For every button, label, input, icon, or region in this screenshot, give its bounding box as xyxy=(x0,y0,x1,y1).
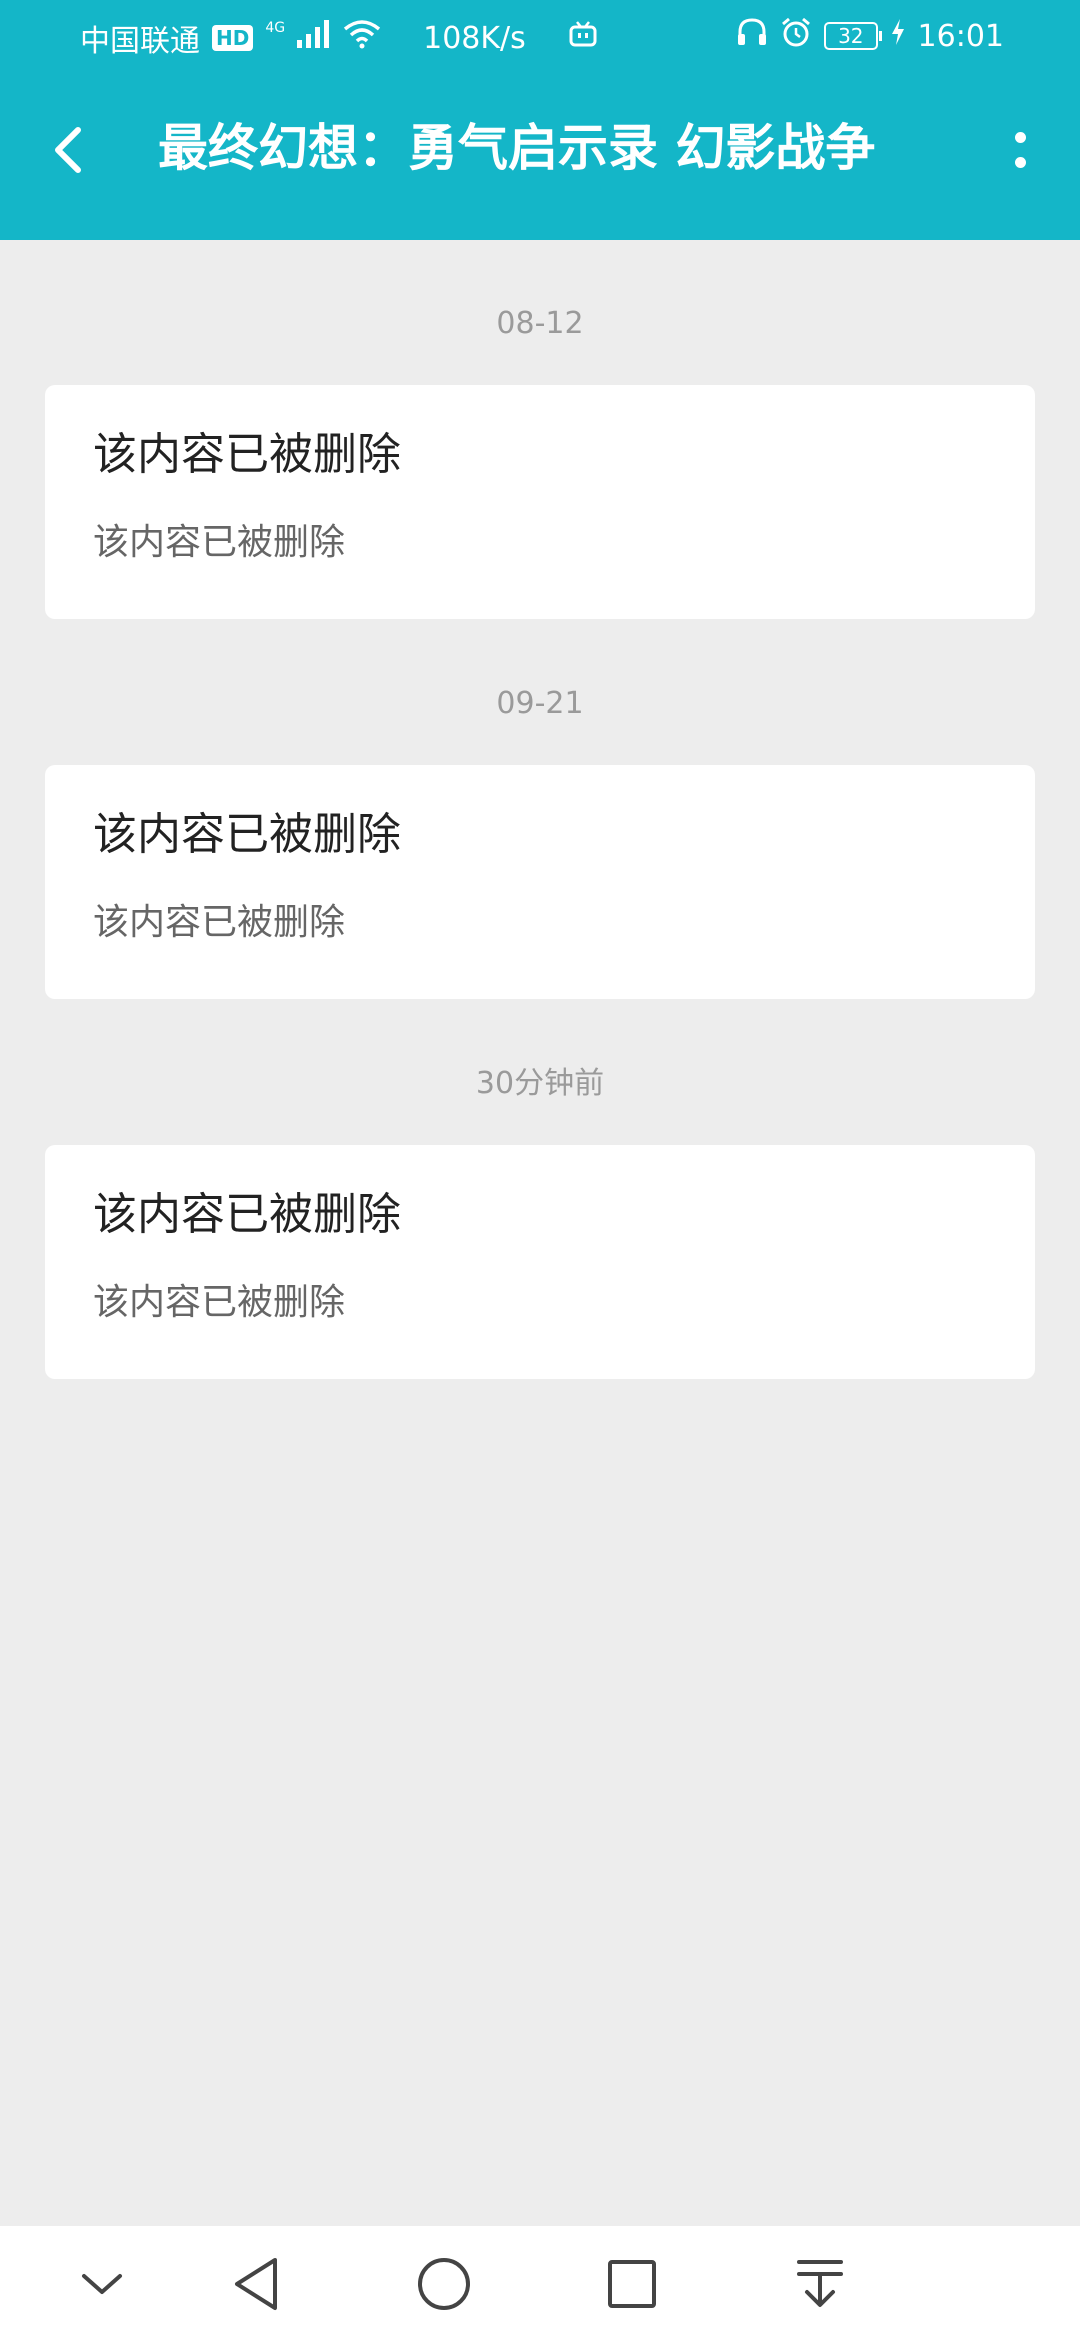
toolbar: 最终幻想：勇气启示录 幻影战争 xyxy=(0,72,1080,240)
status-bar-left: 中国联通 HD 4G 108K/s xyxy=(80,16,598,60)
card-title: 该内容已被删除 xyxy=(93,809,401,860)
date-label: 08-12 xyxy=(496,306,584,341)
card-title: 该内容已被删除 xyxy=(93,1189,401,1240)
network-type-label: 4G xyxy=(265,20,286,36)
carrier-label: 中国联通 xyxy=(80,24,200,59)
more-vertical-icon-dot xyxy=(1014,157,1026,168)
clock-label: 16:01 xyxy=(917,18,1004,54)
headphones-icon xyxy=(736,17,768,55)
home-circle-icon xyxy=(418,2258,470,2310)
page-title: 最终幻想：勇气启示录 幻影战争 xyxy=(158,119,876,177)
net-speed-label: 108K/s xyxy=(423,20,526,56)
card-body: 该内容已被删除 xyxy=(93,902,346,943)
date-label: 09-21 xyxy=(496,686,584,721)
nav-notification-button[interactable] xyxy=(788,2252,852,2316)
tv-icon xyxy=(568,20,598,56)
message-card[interactable]: 该内容已被删除 该内容已被删除 xyxy=(45,1145,1035,1379)
more-options-button[interactable] xyxy=(990,118,1050,182)
back-button[interactable] xyxy=(36,118,100,182)
signal-icon xyxy=(297,20,331,56)
more-vertical-icon xyxy=(1014,132,1026,143)
pull-down-icon xyxy=(797,2260,843,2307)
message-card[interactable]: 该内容已被删除 该内容已被删除 xyxy=(45,385,1035,619)
card-title: 该内容已被删除 xyxy=(93,429,401,480)
recents-square-icon xyxy=(608,2260,656,2308)
chevron-left-icon xyxy=(55,127,81,173)
back-triangle-icon xyxy=(235,2258,277,2310)
card-body: 该内容已被删除 xyxy=(93,1282,346,1323)
nav-home-button[interactable] xyxy=(412,2252,476,2316)
battery-indicator: 32 xyxy=(824,22,883,50)
wifi-icon xyxy=(343,19,381,57)
nav-recents-button[interactable] xyxy=(600,2252,664,2316)
nav-back-button[interactable] xyxy=(224,2252,288,2316)
status-bar: 中国联通 HD 4G 108K/s 32 16:01 xyxy=(0,0,1080,72)
hd-badge: HD xyxy=(212,25,254,51)
message-card[interactable]: 该内容已被删除 该内容已被删除 xyxy=(45,765,1035,999)
system-nav-bar xyxy=(0,2226,1080,2340)
chevron-down-icon xyxy=(82,2274,122,2294)
card-body: 该内容已被删除 xyxy=(93,522,346,563)
collapse-button[interactable] xyxy=(70,2252,134,2316)
app-header: 中国联通 HD 4G 108K/s 32 16:01 最终幻想：勇气启示录 幻影… xyxy=(0,0,1080,240)
alarm-icon xyxy=(780,16,812,56)
date-label: 30分钟前 xyxy=(475,1066,605,1101)
charging-icon xyxy=(890,18,906,54)
status-bar-right: 32 16:01 xyxy=(736,16,1004,56)
